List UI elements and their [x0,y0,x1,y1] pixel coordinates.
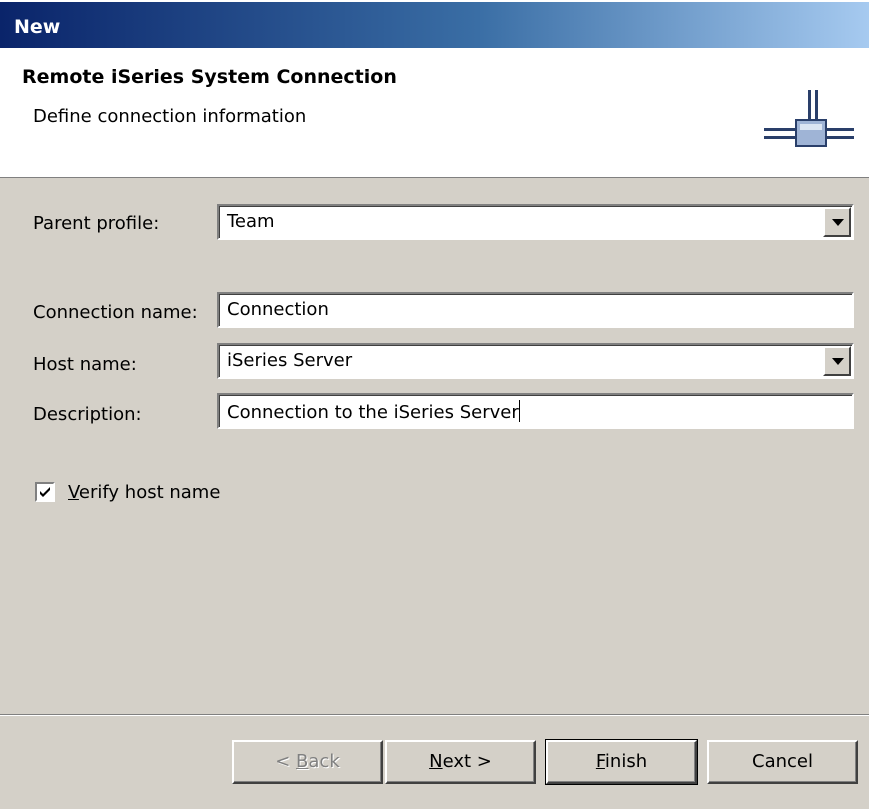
finish-label-rest: inish [604,751,648,772]
host-name-dropdown-button[interactable] [823,346,851,376]
wizard-banner: Remote iSeries System Connection Define … [0,48,869,178]
text-cursor [518,400,520,422]
verify-host-mnemonic: V [68,482,79,503]
back-mnemonic: B [296,751,309,772]
connection-icon [764,90,854,147]
description-label: Description: [33,404,142,425]
finish-mnemonic: F [595,751,605,772]
chevron-down-icon [832,219,844,226]
cancel-label: Cancel [752,751,813,772]
chevron-down-icon [832,358,844,365]
finish-button[interactable]: Finish [545,739,698,785]
window-title: New [0,0,869,48]
next-mnemonic: N [429,751,443,772]
next-label-rest: ext > [442,751,492,772]
back-prefix: < [275,751,297,772]
description-value: Connection to the iSeries Server [227,402,519,423]
connection-name-label: Connection name: [33,302,198,323]
description-input[interactable]: Connection to the iSeries Server [217,393,854,429]
button-bar-divider-highlight [0,715,869,716]
connection-name-input[interactable]: Connection [217,292,854,328]
parent-profile-label: Parent profile: [33,213,160,234]
back-button[interactable]: < Back [232,740,383,784]
checkmark-icon [40,487,50,497]
parent-profile-value: Team [227,211,275,232]
cancel-button[interactable]: Cancel [707,740,858,784]
back-label-rest: ack [308,751,340,772]
verify-host-label[interactable]: Verify host name [68,482,220,503]
wizard-page-title: Remote iSeries System Connection [22,66,397,88]
verify-host-label-rest: erify host name [78,482,221,503]
verify-host-checkbox[interactable] [35,482,55,502]
connection-name-value: Connection [227,299,329,320]
host-name-label: Host name: [33,354,137,375]
host-name-combo[interactable]: iSeries Server [217,343,854,379]
next-button[interactable]: Next > [385,740,536,784]
parent-profile-combo[interactable]: Team [217,204,854,240]
parent-profile-dropdown-button[interactable] [823,207,851,237]
host-name-value: iSeries Server [227,350,353,371]
wizard-page-description: Define connection information [33,106,307,127]
